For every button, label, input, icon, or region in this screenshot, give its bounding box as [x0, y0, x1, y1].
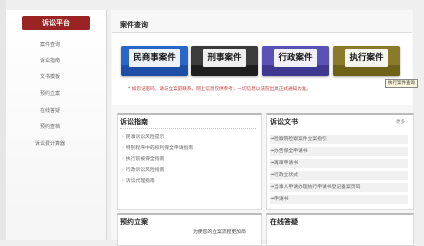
guide-link[interactable]: › 行政诉讼风险指南: [122, 167, 164, 174]
bullet-icon: ›: [122, 168, 124, 173]
doc-item[interactable]: ↠当事人申请办理执行申请书登记备案页码: [270, 183, 408, 192]
doc-item[interactable]: ↠申请书: [270, 195, 408, 204]
civil-case-label: 民商事案件: [129, 49, 180, 67]
guide-link-label: 执行前被保全指南: [125, 157, 165, 162]
docs-more-link[interactable]: 更多: [396, 119, 405, 125]
bullet-icon: ›: [122, 157, 124, 162]
sidebar-item-templates[interactable]: 文书模板: [0, 73, 100, 81]
appointment-title: 预约立案: [120, 218, 148, 226]
bullet-icon: ›: [122, 179, 124, 184]
case-query-title: 案件查询: [120, 21, 148, 29]
guide-link[interactable]: › 诉讼代理指南: [122, 178, 155, 185]
guide-link[interactable]: › 执行前被保全指南: [122, 156, 164, 163]
appointment-text: 为便您的立案流程更加简: [193, 230, 246, 235]
enforcement-tooltip: 执行案件查询: [385, 79, 418, 88]
guide-link-label: 民事诉讼风险提示: [125, 135, 165, 140]
sidebar-item-appointment[interactable]: 预约立案: [0, 90, 100, 98]
doc-item[interactable]: ↠办告保全申请书: [270, 147, 408, 156]
sidebar-item-guide[interactable]: 诉讼指南: [0, 57, 100, 65]
litigation-docs-title: 诉讼文书: [270, 118, 298, 126]
online-qa-title: 在线答疑: [270, 218, 298, 226]
bullet-icon: ›: [122, 135, 124, 140]
guide-link-label: 行政诉讼风险指南: [125, 168, 165, 173]
criminal-case-label: 刑事案件: [203, 49, 246, 67]
administrative-case-button[interactable]: 行政案件: [262, 46, 329, 76]
doc-item[interactable]: ↠再审申请书: [270, 159, 408, 168]
guide-link[interactable]: › 特别程序中的权利保全申请指南: [122, 145, 193, 152]
administrative-case-label: 行政案件: [274, 49, 317, 67]
criminal-case-button[interactable]: 刑事案件: [191, 46, 258, 76]
sidebar-item-online-qa[interactable]: 在线答疑: [0, 107, 100, 115]
doc-item[interactable]: ↠检察院检察案件立案指引: [270, 135, 408, 144]
guide-link-label: 特别程序中的权利保全申请指南: [125, 146, 194, 151]
enforcement-case-label: 执行案件: [345, 49, 388, 67]
sidebar-item-file-lookup[interactable]: 预约查档: [0, 123, 100, 131]
sidebar-item-case-query[interactable]: 案件查询: [0, 41, 100, 49]
bullet-icon: ›: [122, 146, 124, 151]
guide-divider: [120, 128, 256, 130]
doc-item[interactable]: ↠行政立状式: [270, 171, 408, 180]
litigation-guide-title: 诉讼指南: [120, 118, 148, 126]
guide-link[interactable]: › 民事诉讼风险提示: [122, 134, 164, 141]
guide-link-label: 诉讼代理指南: [125, 179, 155, 184]
sidebar-header: 诉讼平台: [22, 16, 90, 30]
case-query-notice: * 如您记密码，请与立案庭联系，网上信息仅供参考，一切信息以法院出具正式通知为准…: [128, 87, 311, 92]
sidebar-item-fee-calculator[interactable]: 诉讼费计算器: [0, 140, 100, 148]
enforcement-case-button[interactable]: 执行案件: [333, 46, 400, 76]
civil-case-button[interactable]: 民商事案件: [121, 46, 188, 76]
